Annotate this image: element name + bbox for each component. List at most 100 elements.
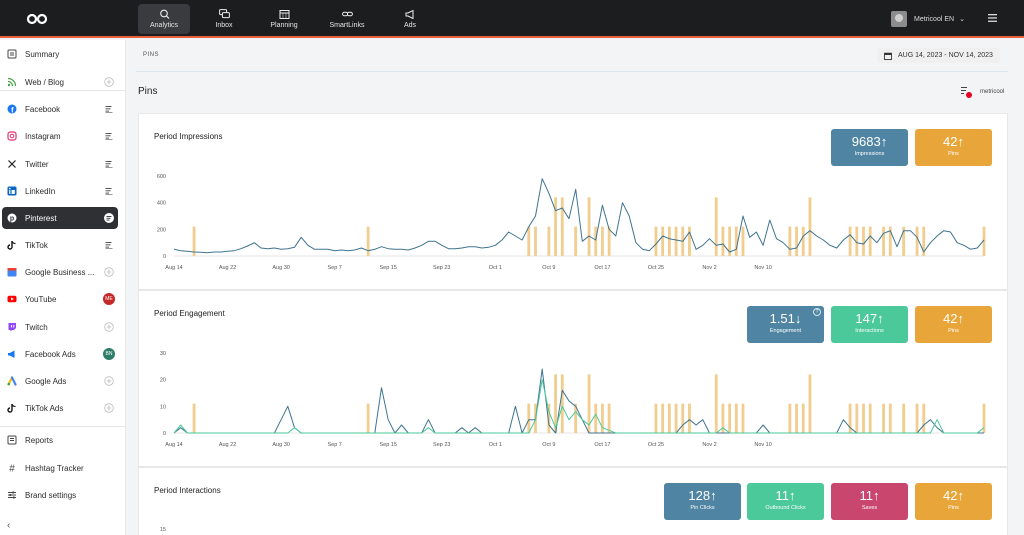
sidebar-item-brand-settings[interactable]: Brand settings <box>0 484 126 506</box>
account-badge[interactable]: ME <box>103 293 115 305</box>
nav-planning[interactable]: Planning <box>258 4 310 34</box>
pin-bar[interactable] <box>868 226 872 256</box>
pin-bar[interactable] <box>594 403 598 433</box>
add-connection-icon[interactable] <box>104 403 114 413</box>
sidebar-item-google-business[interactable]: Google Business ... <box>0 261 126 283</box>
nav-smartlinks[interactable]: SmartLinks <box>318 4 376 34</box>
pin-bar[interactable] <box>915 226 919 256</box>
pin-bar[interactable] <box>527 226 531 256</box>
pin-bar[interactable] <box>714 374 718 433</box>
pin-bar[interactable] <box>808 197 812 256</box>
pin-bar[interactable] <box>788 226 792 256</box>
sidebar-item-tiktok-ads[interactable]: TikTok Ads <box>0 397 126 419</box>
pin-bar[interactable] <box>862 403 865 433</box>
pin-bar[interactable] <box>574 226 578 256</box>
menu-icon[interactable] <box>988 14 997 22</box>
pin-bar[interactable] <box>714 197 718 256</box>
pin-bar[interactable] <box>601 226 604 256</box>
sidebar-item-facebook-ads[interactable]: Facebook Ads BN <box>0 343 126 365</box>
sidebar-item-youtube[interactable]: YouTube ME <box>0 288 126 310</box>
pin-bar[interactable] <box>868 403 872 433</box>
pin-bar[interactable] <box>594 226 598 256</box>
report-list-icon[interactable] <box>104 104 114 114</box>
pin-bar[interactable] <box>801 226 805 256</box>
date-range-picker[interactable]: AUG 14, 2023 - NOV 14, 2023 <box>877 48 1000 63</box>
pin-bar[interactable] <box>882 403 885 433</box>
user-menu[interactable]: Metricool EN ⌄ <box>891 11 965 27</box>
nav-analytics[interactable]: Analytics <box>138 4 190 34</box>
report-list-icon[interactable] <box>104 159 114 169</box>
pin-bar[interactable] <box>607 403 611 433</box>
pin-bar[interactable] <box>734 403 738 433</box>
report-list-icon[interactable] <box>104 131 114 141</box>
sidebar-item-linkedin[interactable]: LinkedIn <box>0 180 126 202</box>
pin-bar[interactable] <box>795 226 798 256</box>
report-list-icon[interactable] <box>104 213 114 223</box>
pin-bar[interactable] <box>661 226 665 256</box>
pin-bar[interactable] <box>674 226 678 256</box>
sidebar-item-tiktok[interactable]: TikTok <box>0 234 126 256</box>
x-tick-label: Sep 15 <box>379 442 396 448</box>
pin-bar[interactable] <box>848 226 852 256</box>
pin-bar[interactable] <box>667 226 671 256</box>
pin-bar[interactable] <box>721 226 725 256</box>
sidebar-item-twitch[interactable]: Twitch <box>0 316 126 338</box>
pin-bar[interactable] <box>681 403 685 433</box>
pin-bar[interactable] <box>534 226 537 256</box>
brand-filter[interactable]: metricool <box>961 86 1004 98</box>
pin-bar[interactable] <box>882 226 885 256</box>
pin-bar[interactable] <box>554 197 557 256</box>
pin-bar[interactable] <box>915 403 919 433</box>
pin-bar[interactable] <box>587 197 591 256</box>
add-connection-icon[interactable] <box>104 267 114 277</box>
pin-bar[interactable] <box>667 403 671 433</box>
collapse-sidebar-icon[interactable]: ‹ <box>7 520 10 531</box>
sidebar-item-facebook[interactable]: f Facebook <box>0 98 126 120</box>
pin-bar[interactable] <box>654 226 658 256</box>
sidebar-item-summary[interactable]: Summary <box>0 43 126 65</box>
pin-bar[interactable] <box>801 403 805 433</box>
pin-bar[interactable] <box>560 197 564 256</box>
report-list-icon[interactable] <box>104 240 114 250</box>
pin-bar[interactable] <box>192 403 196 433</box>
sidebar-item-hashtag-tracker[interactable]: # Hashtag Tracker <box>0 457 126 479</box>
pin-bar[interactable] <box>366 403 370 433</box>
sidebar-item-reports[interactable]: Reports <box>0 429 126 451</box>
add-connection-icon[interactable] <box>104 376 114 386</box>
pin-bar[interactable] <box>674 403 678 433</box>
pin-bar[interactable] <box>888 403 892 433</box>
pin-bar[interactable] <box>808 374 812 433</box>
engagement-chart: 0 10 20 30 Aug 14 Aug 22 Aug 30 Sep 7 Sep 15 Sep … <box>160 351 986 448</box>
sidebar-item-instagram[interactable]: Instagram <box>0 125 126 147</box>
nav-inbox[interactable]: Inbox <box>198 4 250 34</box>
pin-bar[interactable] <box>855 403 859 433</box>
pin-bar[interactable] <box>366 226 370 256</box>
pin-bar[interactable] <box>795 403 798 433</box>
pin-bar[interactable] <box>734 226 738 256</box>
pin-bar[interactable] <box>922 403 926 433</box>
add-connection-icon[interactable] <box>104 77 114 87</box>
report-list-icon[interactable] <box>104 186 114 196</box>
pin-bar[interactable] <box>862 226 865 256</box>
pin-bar[interactable] <box>788 403 792 433</box>
pin-bar[interactable] <box>902 403 906 433</box>
sidebar-item-pinterest[interactable]: p Pinterest <box>2 207 118 229</box>
pin-bar[interactable] <box>728 403 732 433</box>
nav-ads[interactable]: Ads <box>384 4 436 34</box>
add-connection-icon[interactable] <box>104 322 114 332</box>
pin-bar[interactable] <box>560 374 564 433</box>
pin-bar[interactable] <box>607 226 611 256</box>
pin-bar[interactable] <box>547 226 551 256</box>
pin-bar[interactable] <box>688 226 691 256</box>
pin-bar[interactable] <box>654 403 658 433</box>
sidebar-item-twitter[interactable]: Twitter <box>0 153 126 175</box>
sidebar-item-google-ads[interactable]: Google Ads <box>0 370 126 392</box>
pin-bar[interactable] <box>527 403 531 433</box>
pin-bar[interactable] <box>661 403 665 433</box>
metricool-logo-icon[interactable] <box>26 11 48 27</box>
sidebar-item-label: Summary <box>25 50 60 59</box>
account-badge[interactable]: BN <box>103 348 115 360</box>
pin-bar[interactable] <box>688 403 691 433</box>
pin-bar[interactable] <box>741 226 745 256</box>
pin-bar[interactable] <box>741 403 745 433</box>
